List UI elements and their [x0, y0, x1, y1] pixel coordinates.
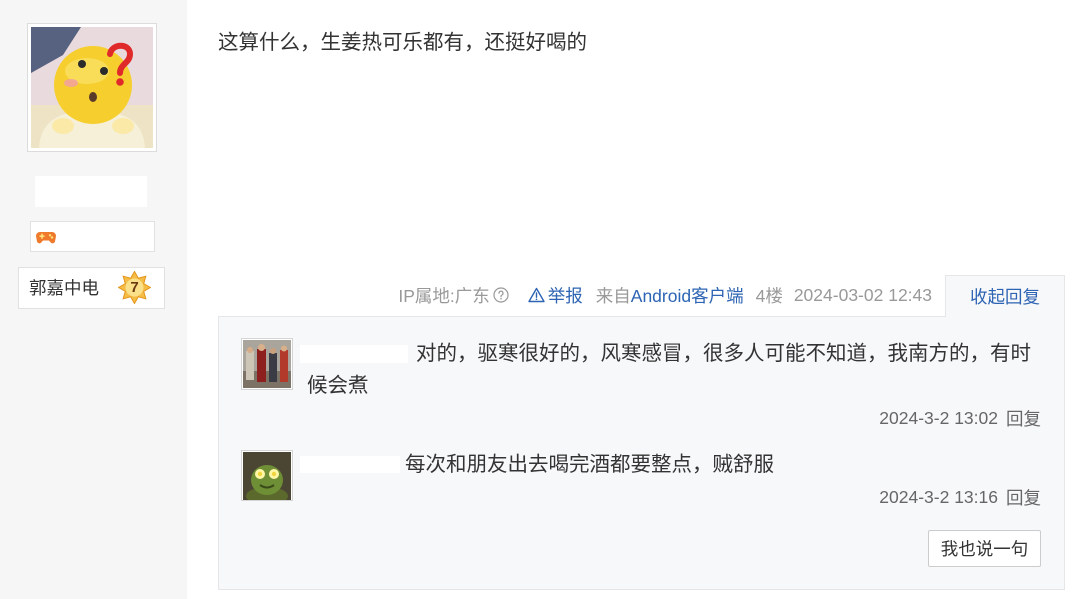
reply-button[interactable]: 回复	[1006, 485, 1041, 510]
reply-content: 每次和朋友出去喝完酒都要整点，贼舒服	[405, 453, 774, 476]
reply-time-row: 2024-3-2 13:16 回复	[879, 485, 1041, 509]
collapse-replies-label: 收起回复	[970, 287, 1040, 307]
level-number: 7	[130, 279, 139, 296]
post-meta: IP属地:广东 举报 来自 Android客户端 4楼 2024-03-02 1…	[398, 283, 932, 307]
author-username[interactable]	[35, 176, 147, 207]
source-prefix: 来自	[595, 285, 631, 306]
reply-time: 2024-3-2 13:16	[879, 486, 998, 507]
collapse-replies-tab[interactable]: 收起回复	[945, 275, 1065, 317]
reply-time-row: 2024-3-2 13:02 回复	[879, 406, 1041, 430]
level-badge[interactable]: 郭嘉中电 7	[18, 267, 165, 309]
report-label: 举报	[547, 285, 583, 306]
reply-avatar-image	[243, 340, 291, 388]
client-link[interactable]: Android客户端	[631, 283, 744, 308]
floor-number: 4楼	[755, 285, 783, 306]
write-reply-label: 我也说一句	[940, 539, 1029, 559]
level-badge-name: 郭嘉中电	[29, 278, 99, 298]
reply-item: 对的，驱寒很好的，风寒感冒，很多人可能不知道，我南方的，有时候会煮 2024-3…	[219, 317, 1064, 429]
author-avatar[interactable]	[27, 23, 157, 152]
reply-content: 对的，驱寒很好的，风寒感冒，很多人可能不知道，我南方的，有时候会煮	[307, 342, 1031, 397]
post-content: 这算什么，生姜热可乐都有，还挺好喝的	[218, 31, 587, 54]
reply-avatar[interactable]	[241, 450, 293, 501]
reply-item: 每次和朋友出去喝完酒都要整点，贼舒服 2024-3-2 13:16 回复	[219, 429, 1064, 519]
game-controller-icon	[36, 232, 56, 244]
reply-avatar[interactable]	[241, 338, 293, 390]
reply-panel: 对的，驱寒很好的，风寒感冒，很多人可能不知道，我南方的，有时候会煮 2024-3…	[218, 316, 1065, 590]
reply-avatar-image	[243, 452, 291, 500]
warning-icon	[528, 287, 545, 303]
post-time: 2024-03-02 12:43	[793, 284, 932, 305]
help-circle-icon[interactable]	[493, 287, 509, 303]
tieba-post-page: 郭嘉中电 7 这算什么，生姜热可乐都有，还挺好喝的 IP属地:广东 举报 来自 …	[0, 0, 1080, 599]
write-reply-button[interactable]: 我也说一句	[928, 530, 1041, 567]
reply-button[interactable]: 回复	[1006, 406, 1041, 431]
level-star: 7	[118, 271, 151, 304]
reply-time: 2024-3-2 13:02	[879, 407, 998, 428]
report-link[interactable]: 举报	[528, 283, 583, 308]
ip-location: IP属地:广东	[398, 285, 490, 306]
author-sidebar: 郭嘉中电 7	[0, 0, 187, 599]
game-badge[interactable]	[30, 221, 155, 252]
emoji-question-face-icon	[31, 27, 153, 148]
